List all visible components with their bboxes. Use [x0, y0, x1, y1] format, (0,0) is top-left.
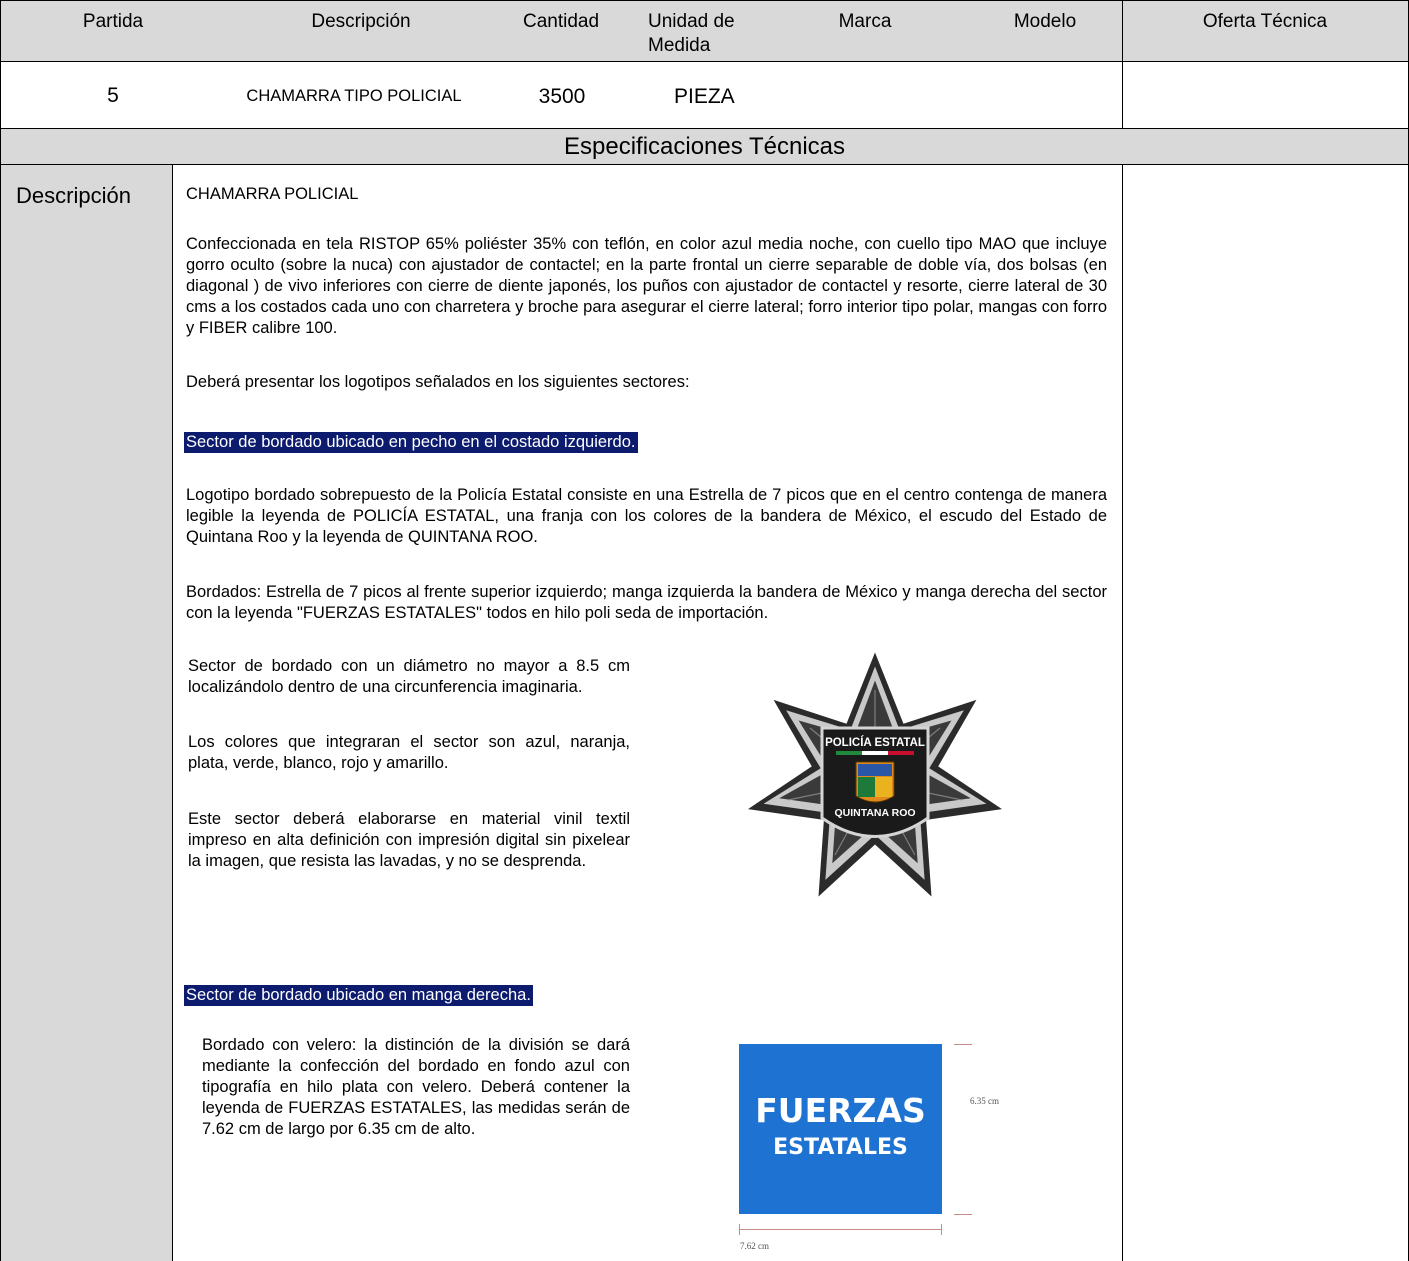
dim-width-label: 7.62 cm: [740, 1241, 769, 1251]
header-modelo: Modelo: [1013, 11, 1077, 32]
flag-white: [862, 751, 888, 755]
coat-of-arms-left: [858, 777, 875, 797]
header-marca: Marca: [838, 11, 892, 32]
col-divider: [0, 0, 1, 1261]
spec-label-bg: [0, 164, 172, 1261]
patch-line-1: FUERZAS: [755, 1091, 926, 1130]
row-divider: [0, 128, 1409, 129]
spec-heading: CHAMARRA POLICIAL: [186, 185, 359, 203]
sector-2-description: Bordado con velero: la distinción de la …: [202, 1036, 630, 1138]
header-oferta: Oferta Técnica: [1202, 11, 1328, 32]
col-divider: [1122, 164, 1123, 1261]
badge-bottom-text: QUINTANA ROO: [834, 807, 915, 819]
badge-top-text: POLICÍA ESTATAL: [825, 736, 925, 749]
coat-of-arms-right: [875, 777, 892, 797]
sector-2-heading: Sector de bordado ubicado en manga derec…: [184, 985, 533, 1006]
dim-height-top-tick: [954, 1044, 972, 1045]
sector-1-diameter-text: Sector de bordado con un diámetro no may…: [188, 657, 630, 696]
item-partida: 5: [107, 84, 119, 107]
fuerzas-patch: FUERZAS ESTATALES: [739, 1044, 942, 1214]
spec-paragraph-3: Logotipo bordado sobrepuesto de la Polic…: [186, 486, 1107, 546]
header-partida: Partida: [82, 11, 144, 32]
sector-1-material-text: Este sector deberá elaborarse en materia…: [188, 810, 630, 870]
table-top-border: [0, 0, 1409, 1]
item-descripcion: CHAMARRA TIPO POLICIAL: [246, 87, 462, 105]
header-unidad-line1: Unidad de: [648, 11, 735, 32]
flag-green: [836, 751, 862, 755]
dim-height-bottom-tick: [954, 1214, 972, 1215]
sector-1-colors-text: Los colores que integraran el sector son…: [188, 733, 630, 772]
flag-red: [888, 751, 914, 755]
row-divider: [0, 164, 1409, 165]
header-descripcion: Descripción: [311, 11, 411, 32]
item-cantidad: 3500: [538, 85, 586, 108]
row-divider: [0, 61, 1409, 62]
star-badge-graphic: POLICÍA ESTATAL QUINTANA ROO: [748, 652, 1002, 897]
spec-title: Especificaciones Técnicas: [563, 133, 846, 160]
sector-1-heading: Sector de bordado ubicado en pecho en el…: [184, 432, 638, 453]
patch-line-2: ESTATALES: [773, 1135, 908, 1160]
fuerzas-patch-figure: FUERZAS ESTATALES 6.35 cm 7.62 cm: [734, 1036, 1024, 1258]
header-unidad-line2: Medida: [648, 35, 711, 56]
spec-paragraph-1: Confeccionada en tela RISTOP 65% poliést…: [186, 235, 1107, 337]
dim-width-left-tick: [739, 1224, 740, 1235]
item-unidad: PIEZA: [674, 85, 735, 108]
coat-of-arms-top: [858, 764, 892, 776]
police-star-badge: POLICÍA ESTATAL QUINTANA ROO: [740, 650, 1010, 915]
header-cantidad: Cantidad: [522, 11, 600, 32]
col-divider: [172, 164, 173, 1261]
spec-label: Descripción: [16, 183, 131, 208]
header-unidad: Unidad de Medida: [648, 10, 788, 58]
spec-paragraph-4: Bordados: Estrella de 7 picos al frente …: [186, 583, 1107, 622]
dim-width-line: [739, 1229, 942, 1230]
dim-width-right-tick: [941, 1224, 942, 1235]
dim-height-label: 6.35 cm: [970, 1096, 999, 1106]
spec-paragraph-2: Deberá presentar los logotipos señalados…: [186, 373, 690, 391]
